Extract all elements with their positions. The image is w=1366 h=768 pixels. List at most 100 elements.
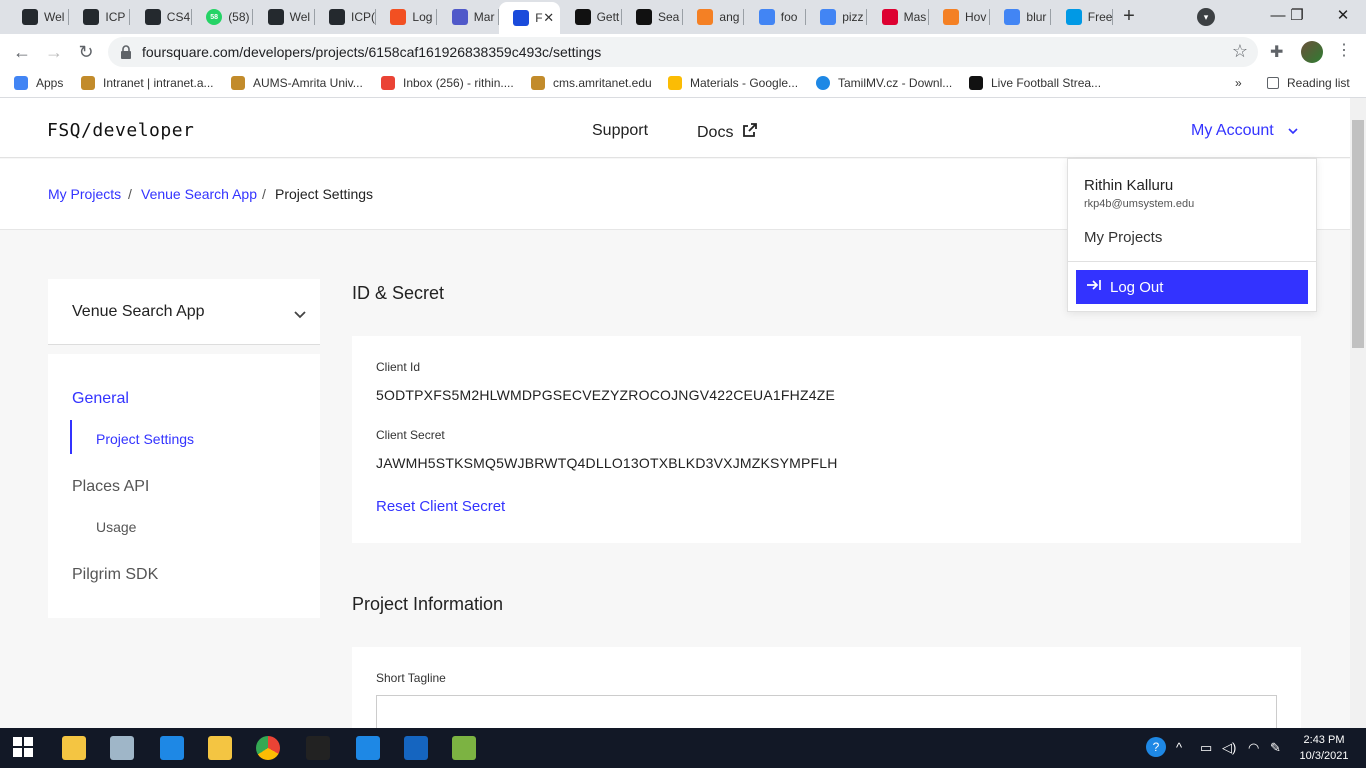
browser-tab[interactable]: Wel (8, 4, 69, 30)
sidebar-item-project-settings[interactable]: Project Settings (96, 431, 194, 447)
browser-tab[interactable]: Free (1052, 4, 1113, 30)
tab-title: Wel (44, 10, 65, 24)
project-selector[interactable]: Venue Search App (48, 279, 320, 345)
menu-kebab-icon[interactable]: ⋮ (1336, 40, 1352, 60)
reading-list-icon (1267, 77, 1279, 89)
start-icon[interactable] (12, 736, 36, 760)
bookmark-star-icon[interactable]: ☆ (1232, 41, 1248, 62)
divider (1068, 261, 1316, 262)
back-icon[interactable]: ← (11, 41, 33, 63)
bookmark-item[interactable]: TamilMV.cz - Downl... (816, 76, 952, 90)
browser-tab[interactable]: Sea (622, 4, 683, 30)
docs-link[interactable]: Docs (697, 122, 758, 143)
browser-tab[interactable]: Hov (929, 4, 990, 30)
breadcrumb-venue-search-app[interactable]: Venue Search App (141, 186, 257, 202)
tab-title: Log (412, 10, 433, 24)
bookmark-item[interactable]: Live Football Strea... (969, 76, 1101, 90)
help-icon[interactable]: ? (1146, 737, 1166, 757)
app-icon[interactable] (110, 736, 134, 760)
language-icon[interactable]: ✎ (1270, 740, 1281, 756)
football-icon (969, 76, 983, 90)
sidebar-item-usage[interactable]: Usage (96, 519, 136, 535)
browser-tab[interactable]: foo (745, 4, 806, 30)
sidebar-item-places-api[interactable]: Places API (72, 478, 149, 496)
new-tab-button[interactable]: + (1118, 6, 1140, 28)
play-icon (816, 76, 830, 90)
folder-icon[interactable] (208, 736, 232, 760)
sidebar-item-general[interactable]: General (72, 390, 129, 408)
reading-list-label: Reading list (1287, 76, 1350, 90)
teams-icon (451, 9, 468, 25)
battery-icon[interactable]: ▭ (1200, 740, 1212, 756)
foursquare-icon (513, 10, 530, 26)
id-secret-card: Client Id 5ODTPXFS5M2HLWMDPGSECVEZYZROCO… (352, 336, 1301, 543)
overflow-label: » (1235, 76, 1242, 90)
browser-tab[interactable]: blur (990, 4, 1052, 30)
google-icon (1004, 9, 1021, 25)
browser-tab[interactable]: Mas (868, 4, 929, 30)
browser-tab[interactable]: 58 (58) (192, 4, 254, 30)
extensions-icon[interactable]: ✚ (1270, 42, 1283, 62)
reset-client-secret-button[interactable]: Reset Client Secret (376, 498, 505, 515)
support-link[interactable]: Support (592, 122, 648, 140)
page-scrollbar[interactable] (1350, 98, 1366, 728)
bookmark-label: Live Football Strea... (991, 76, 1102, 90)
wifi-icon[interactable]: ◠ (1248, 740, 1259, 756)
bookmark-label: cms.amritanet.edu (553, 76, 652, 90)
bookmark-label: Apps (36, 76, 64, 90)
bookmark-item[interactable]: Materials - Google... (668, 76, 798, 90)
browser-tab[interactable]: Log (376, 4, 438, 30)
close-window-icon[interactable]: ✕ (1323, 4, 1363, 28)
my-account-menu[interactable]: My Account (1191, 122, 1298, 140)
amrita-icon (81, 76, 95, 90)
log-out-button[interactable]: Log Out (1076, 270, 1308, 304)
browser-tab[interactable]: ang (683, 4, 745, 30)
reading-list-button[interactable]: Reading list (1267, 76, 1350, 90)
reload-icon[interactable]: ↻ (75, 41, 97, 63)
scrollbar-thumb[interactable] (1352, 120, 1364, 348)
restore-icon[interactable]: ❐ (1277, 4, 1317, 28)
user-name: Rithin Kalluru (1084, 177, 1174, 194)
notepad-icon[interactable] (452, 736, 476, 760)
bookmarks-overflow-icon[interactable]: » (1235, 76, 1242, 90)
bookmark-item[interactable]: Intranet | intranet.a... (81, 76, 214, 90)
breadcrumb-my-projects[interactable]: My Projects (48, 186, 121, 202)
settings-sync-icon[interactable] (160, 736, 184, 760)
browser-tab[interactable]: pizz (806, 4, 868, 30)
windows-taskbar: ? ^ ▭ ◁) ◠ ✎ 2:43 PM 10/3/2021 (0, 728, 1366, 768)
fsq-icon (636, 9, 652, 25)
forward-icon[interactable]: → (43, 41, 65, 63)
gmail-icon (381, 76, 395, 90)
browser-tab[interactable]: Gett (561, 4, 622, 30)
sidebar-item-pilgrim-sdk[interactable]: Pilgrim SDK (72, 566, 158, 584)
browser-tab[interactable]: F ✕ (499, 2, 561, 34)
breadcrumb-project-settings: Project Settings (275, 186, 374, 202)
browser-tab[interactable]: ICP( (315, 4, 376, 30)
project-name: Venue Search App (72, 303, 205, 320)
terminal-icon[interactable] (306, 736, 330, 760)
my-projects-link[interactable]: My Projects (1084, 229, 1162, 246)
chrome-icon[interactable] (256, 736, 280, 760)
browser-tab[interactable]: Mar (438, 4, 499, 30)
bookmark-item[interactable]: Inbox (256) - rithin.... (381, 76, 514, 90)
browser-tab[interactable]: CS4 (131, 4, 192, 30)
browser-tab[interactable]: Wel (254, 4, 315, 30)
bookmark-item[interactable]: Apps (14, 76, 63, 90)
file-explorer-icon[interactable] (62, 736, 86, 760)
browser-tab[interactable]: ICP (69, 4, 131, 30)
profile-avatar[interactable] (1301, 41, 1323, 63)
short-tagline-input[interactable] (376, 695, 1277, 728)
address-bar[interactable]: foursquare.com/developers/projects/6158c… (108, 37, 1258, 67)
chevron-up-icon[interactable]: ^ (1176, 740, 1182, 755)
tab-search-icon[interactable]: ▾ (1197, 8, 1215, 26)
close-tab-icon[interactable]: ✕ (543, 10, 554, 26)
webstorm-icon[interactable] (404, 736, 428, 760)
volume-icon[interactable]: ◁) (1222, 740, 1236, 756)
bookmark-item[interactable]: cms.amritanet.edu (531, 76, 652, 90)
apps-grid-icon (14, 76, 28, 90)
google-icon (758, 9, 775, 25)
system-clock[interactable]: 2:43 PM 10/3/2021 (1292, 732, 1356, 764)
site-logo[interactable]: FSQ/developer (47, 120, 194, 141)
bookmark-item[interactable]: AUMS-Amrita Univ... (231, 76, 363, 90)
settings-icon[interactable] (356, 736, 380, 760)
